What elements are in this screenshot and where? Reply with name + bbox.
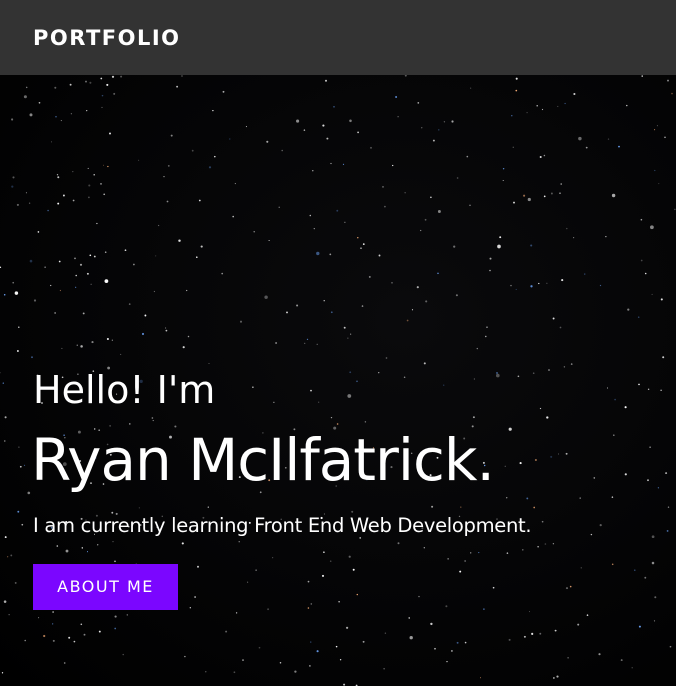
hero-greeting: Hello! I'm [33, 368, 216, 412]
hero-tagline: I am currently learning Front End Web De… [33, 514, 532, 537]
about-me-button[interactable]: ABOUT ME [33, 564, 178, 610]
navbar: PORTFOLIO [0, 0, 676, 75]
page: PORTFOLIO Hello! I'm Ryan McIlfatrick. I… [0, 0, 676, 686]
brand-logo-link[interactable]: PORTFOLIO [33, 24, 181, 52]
hero-name: Ryan McIlfatrick. [31, 426, 495, 494]
